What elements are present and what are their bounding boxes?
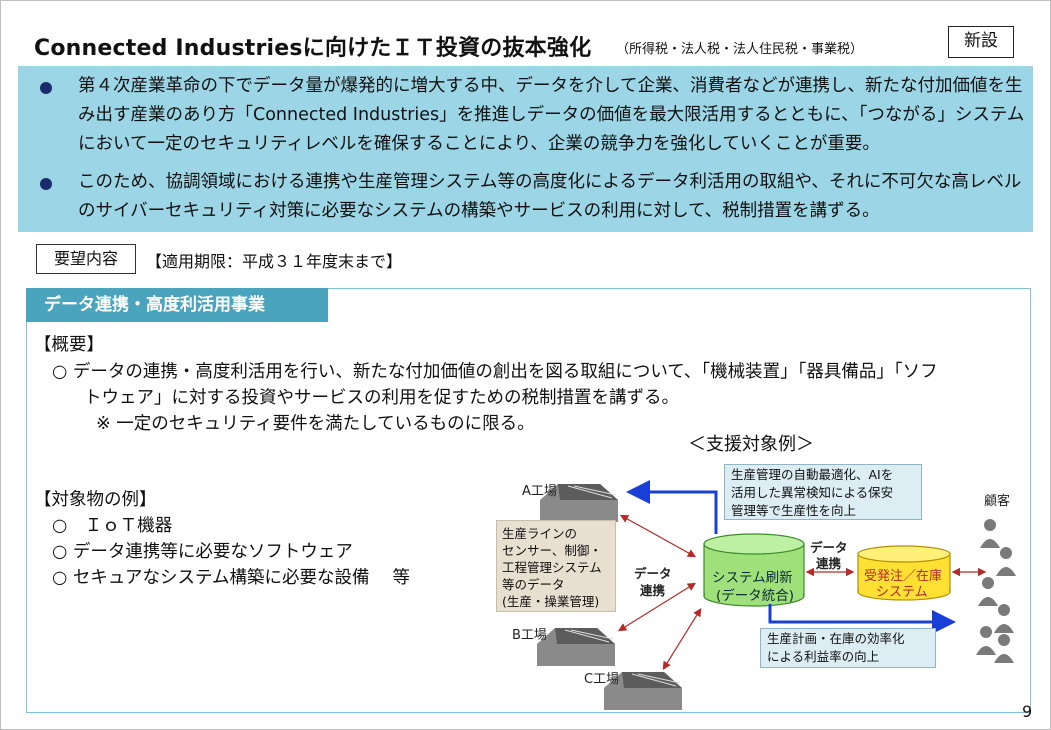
link-label-right-2: 連携 [816,556,842,571]
customer-icons [976,519,1016,663]
factory-c-label: C工場 [584,672,620,687]
factory-b-icon [537,628,615,666]
link-label-left-2: 連携 [640,583,666,598]
profit-callout: 生産計画・在庫の効率化 による利益率の向上 [760,628,936,668]
system-renewal-label-2: (データ統合) [716,588,795,604]
productivity-callout: 生産管理の自動最適化、AIを 活用した異常検知による保安 管理等で生産性を向上 [724,464,922,520]
customers-label: 顧客 [984,494,1011,509]
page-number: 9 [1022,702,1033,721]
factory-a-label: A工場 [522,484,557,499]
support-diagram [537,480,1016,710]
factory-b-label: B工場 [512,628,547,643]
system-renewal-label-1: システム刷新 [712,570,793,586]
order-system-label-2: システム [876,585,928,600]
factory-data-callout: 生産ラインの センサー、制御・ 工程管理システム 等のデータ (生産・操業管理) [496,520,616,612]
